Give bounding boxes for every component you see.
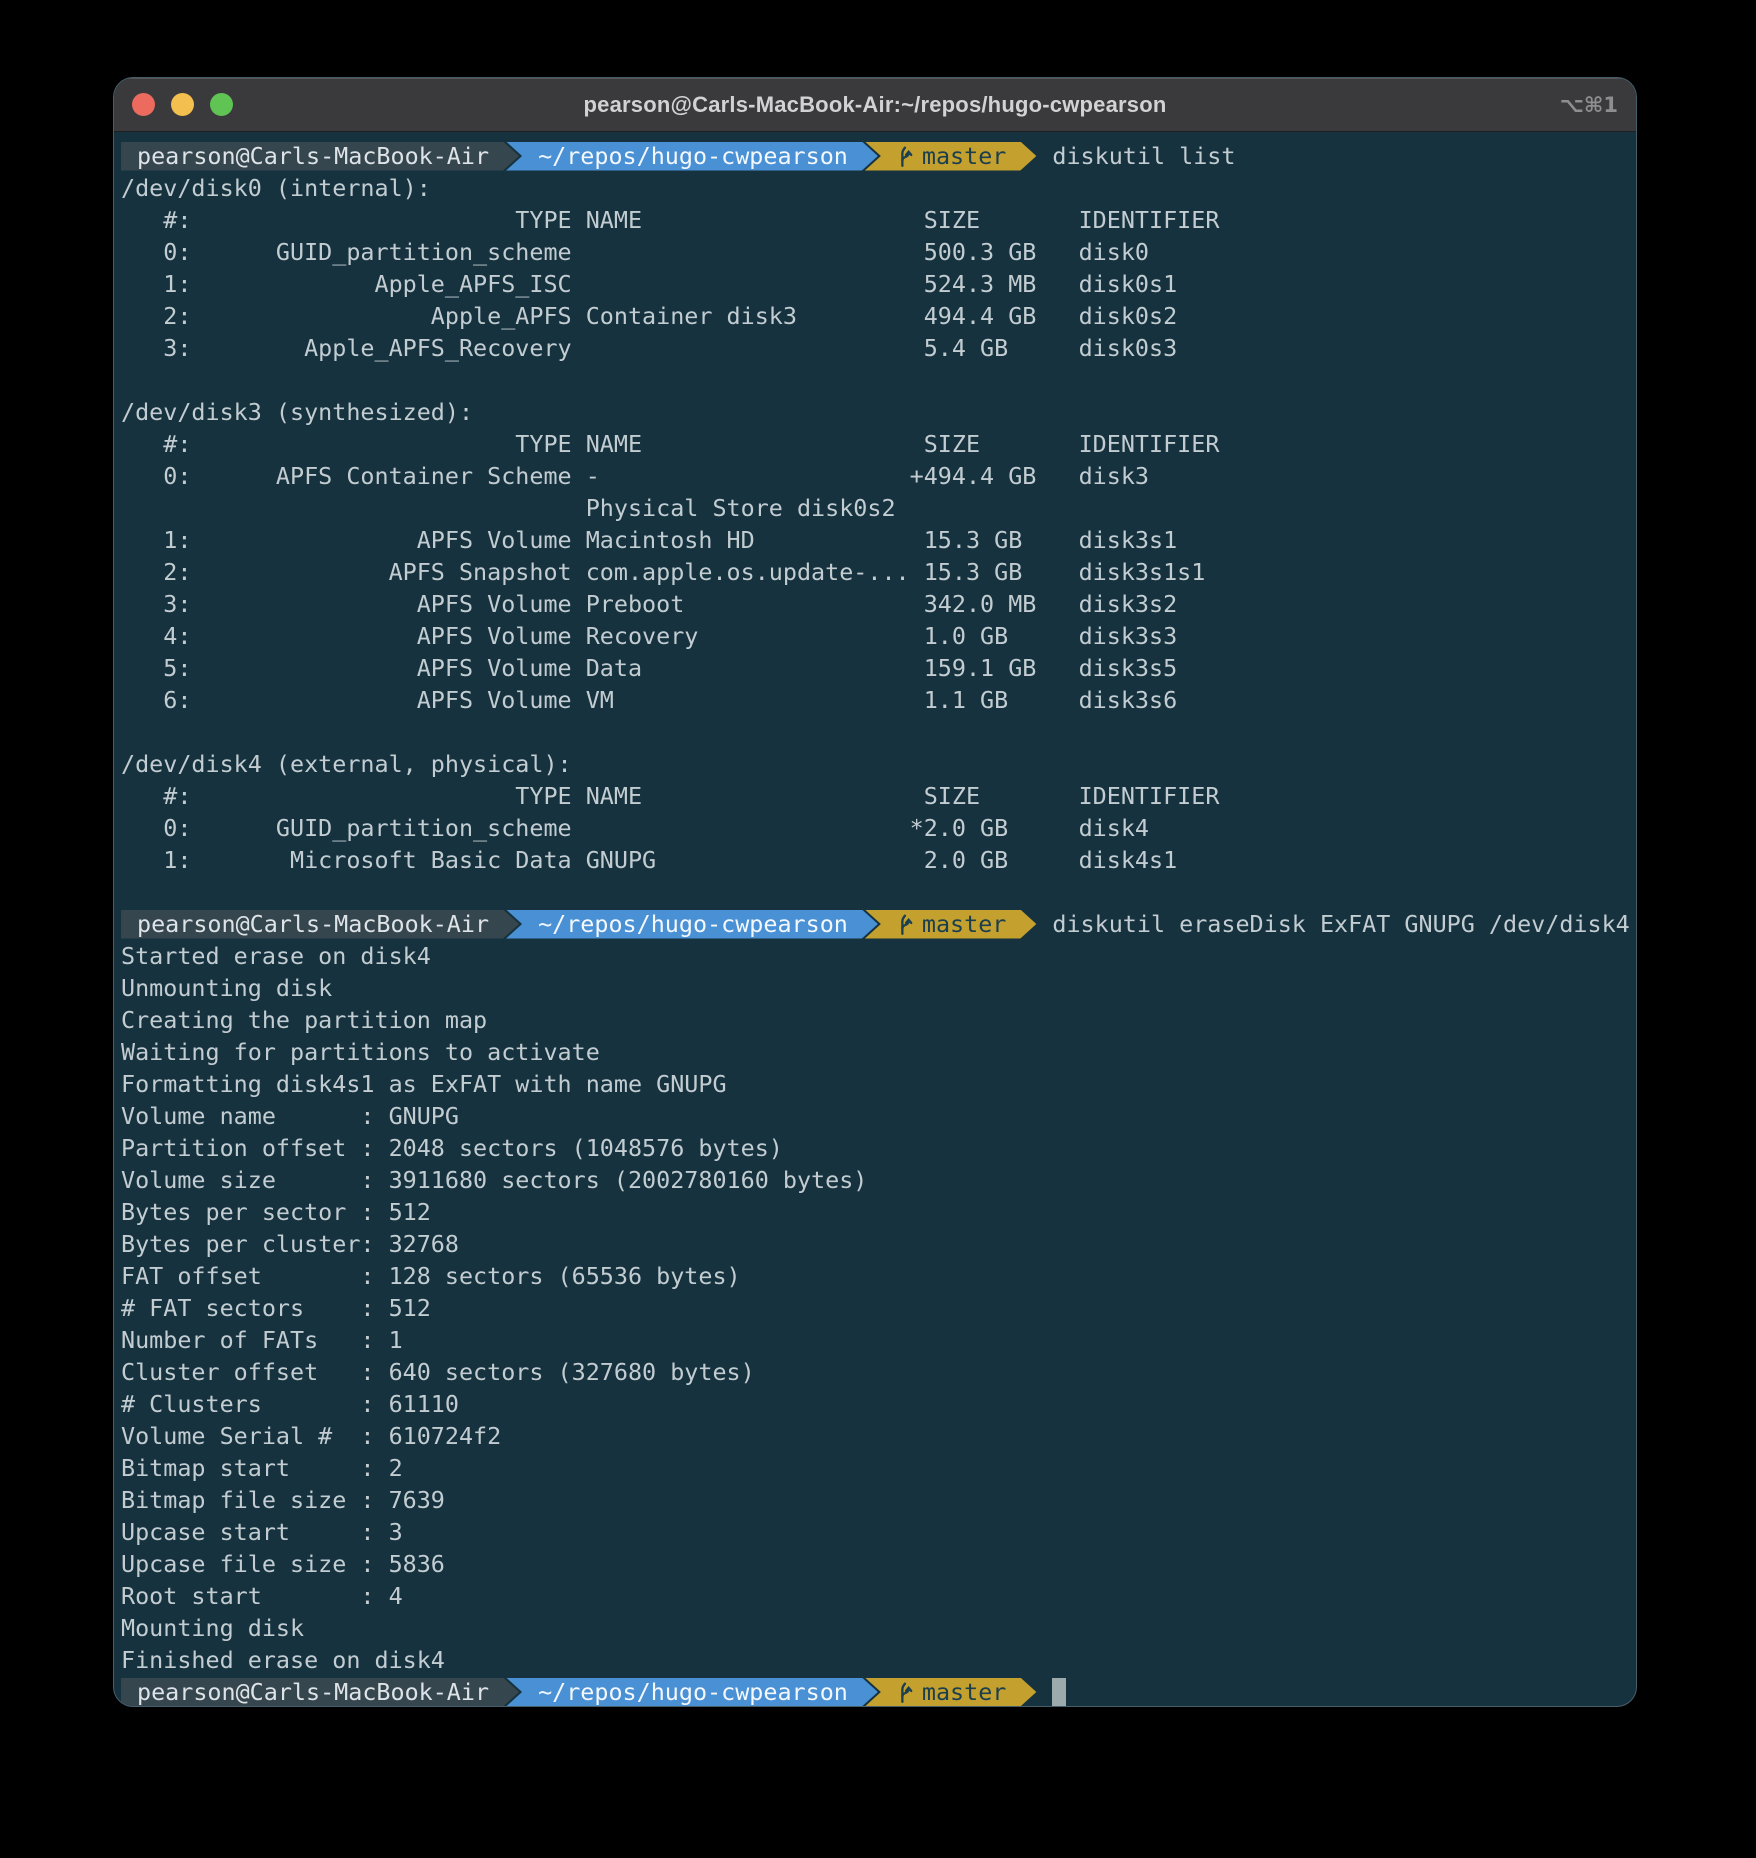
- output-line: # FAT sectors : 512: [121, 1292, 1636, 1324]
- window-controls: [132, 93, 233, 116]
- tab-shortcut-badge: ⌥⌘1: [1560, 93, 1618, 117]
- output-line: 0: GUID_partition_scheme 500.3 GB disk0: [121, 236, 1636, 268]
- zoom-button[interactable]: [210, 93, 233, 116]
- output-line: Volume name : GNUPG: [121, 1100, 1636, 1132]
- output-line: #: TYPE NAME SIZE IDENTIFIER: [121, 780, 1636, 812]
- prompt-directory-segment: ~/repos/hugo-cwpearson: [506, 142, 878, 171]
- output-line: # Clusters : 61110: [121, 1388, 1636, 1420]
- prompt-user-segment: pearson@Carls-MacBook-Air: [121, 910, 519, 939]
- close-button[interactable]: [132, 93, 155, 116]
- output-line: Cluster offset : 640 sectors (327680 byt…: [121, 1356, 1636, 1388]
- output-line: Upcase start : 3: [121, 1516, 1636, 1548]
- prompt-git-segment: master: [865, 142, 1037, 171]
- output-line: 6: APFS Volume VM 1.1 GB disk3s6: [121, 684, 1636, 716]
- output-line: FAT offset : 128 sectors (65536 bytes): [121, 1260, 1636, 1292]
- output-line: 0: GUID_partition_scheme *2.0 GB disk4: [121, 812, 1636, 844]
- output-line: Mounting disk: [121, 1612, 1636, 1644]
- window-titlebar[interactable]: pearson@Carls-MacBook-Air:~/repos/hugo-c…: [114, 78, 1636, 132]
- prompt-git-segment: master: [865, 910, 1037, 939]
- output-line: [121, 716, 1636, 748]
- git-branch-label: master: [922, 1676, 1007, 1707]
- output-line: Waiting for partitions to activate: [121, 1036, 1636, 1068]
- prompt-line: pearson@Carls-MacBook-Air ~/repos/hugo-c…: [121, 908, 1636, 940]
- output-line: /dev/disk0 (internal):: [121, 172, 1636, 204]
- output-line: Volume Serial # : 610724f2: [121, 1420, 1636, 1452]
- git-branch-icon: [897, 912, 914, 937]
- output-line: Root start : 4: [121, 1580, 1636, 1612]
- prompt-line: pearson@Carls-MacBook-Air ~/repos/hugo-c…: [121, 140, 1636, 172]
- output-line: 4: APFS Volume Recovery 1.0 GB disk3s3: [121, 620, 1636, 652]
- output-line: 0: APFS Container Scheme - +494.4 GB dis…: [121, 460, 1636, 492]
- git-branch-label: master: [922, 908, 1007, 940]
- git-branch-label: master: [922, 140, 1007, 172]
- terminal-window: pearson@Carls-MacBook-Air:~/repos/hugo-c…: [113, 77, 1637, 1707]
- git-branch-icon: [897, 144, 914, 169]
- output-line: Partition offset : 2048 sectors (1048576…: [121, 1132, 1636, 1164]
- output-line: Bytes per cluster: 32768: [121, 1228, 1636, 1260]
- output-line: #: TYPE NAME SIZE IDENTIFIER: [121, 204, 1636, 236]
- output-line: 2: APFS Snapshot com.apple.os.update-...…: [121, 556, 1636, 588]
- output-line: 5: APFS Volume Data 159.1 GB disk3s5: [121, 652, 1636, 684]
- output-line: Number of FATs : 1: [121, 1324, 1636, 1356]
- output-line: Creating the partition map: [121, 1004, 1636, 1036]
- prompt-directory-segment: ~/repos/hugo-cwpearson: [506, 910, 878, 939]
- output-line: 2: Apple_APFS Container disk3 494.4 GB d…: [121, 300, 1636, 332]
- output-line: Volume size : 3911680 sectors (200278016…: [121, 1164, 1636, 1196]
- output-line: Finished erase on disk4: [121, 1644, 1636, 1676]
- output-line: 3: APFS Volume Preboot 342.0 MB disk3s2: [121, 588, 1636, 620]
- minimize-button[interactable]: [171, 93, 194, 116]
- output-line: 1: APFS Volume Macintosh HD 15.3 GB disk…: [121, 524, 1636, 556]
- output-line: Bitmap start : 2: [121, 1452, 1636, 1484]
- output-line: 3: Apple_APFS_Recovery 5.4 GB disk0s3: [121, 332, 1636, 364]
- git-branch-icon: [897, 1680, 914, 1705]
- output-line: #: TYPE NAME SIZE IDENTIFIER: [121, 428, 1636, 460]
- prompt-git-segment: master: [865, 1678, 1037, 1707]
- prompt-line: pearson@Carls-MacBook-Air ~/repos/hugo-c…: [121, 1676, 1636, 1707]
- output-line: Unmounting disk: [121, 972, 1636, 1004]
- command-text: diskutil eraseDisk ExFAT GNUPG /dev/disk…: [1052, 908, 1629, 940]
- prompt-directory-segment: ~/repos/hugo-cwpearson: [506, 1678, 878, 1707]
- output-line: /dev/disk4 (external, physical):: [121, 748, 1636, 780]
- output-line: 1: Apple_APFS_ISC 524.3 MB disk0s1: [121, 268, 1636, 300]
- prompt-user-segment: pearson@Carls-MacBook-Air: [121, 142, 519, 171]
- command-text: diskutil list: [1052, 140, 1235, 172]
- terminal-cursor: [1052, 1678, 1066, 1706]
- output-line: Upcase file size : 5836: [121, 1548, 1636, 1580]
- output-line: [121, 364, 1636, 396]
- window-title: pearson@Carls-MacBook-Air:~/repos/hugo-c…: [114, 92, 1636, 118]
- prompt-user-segment: pearson@Carls-MacBook-Air: [121, 1678, 519, 1707]
- output-line: 1: Microsoft Basic Data GNUPG 2.0 GB dis…: [121, 844, 1636, 876]
- output-line: /dev/disk3 (synthesized):: [121, 396, 1636, 428]
- output-line: Started erase on disk4: [121, 940, 1636, 972]
- terminal-screen[interactable]: pearson@Carls-MacBook-Air ~/repos/hugo-c…: [114, 132, 1636, 1707]
- output-line: Bytes per sector : 512: [121, 1196, 1636, 1228]
- output-line: Bitmap file size : 7639: [121, 1484, 1636, 1516]
- output-line: Formatting disk4s1 as ExFAT with name GN…: [121, 1068, 1636, 1100]
- output-line: Physical Store disk0s2: [121, 492, 1636, 524]
- output-line: [121, 876, 1636, 908]
